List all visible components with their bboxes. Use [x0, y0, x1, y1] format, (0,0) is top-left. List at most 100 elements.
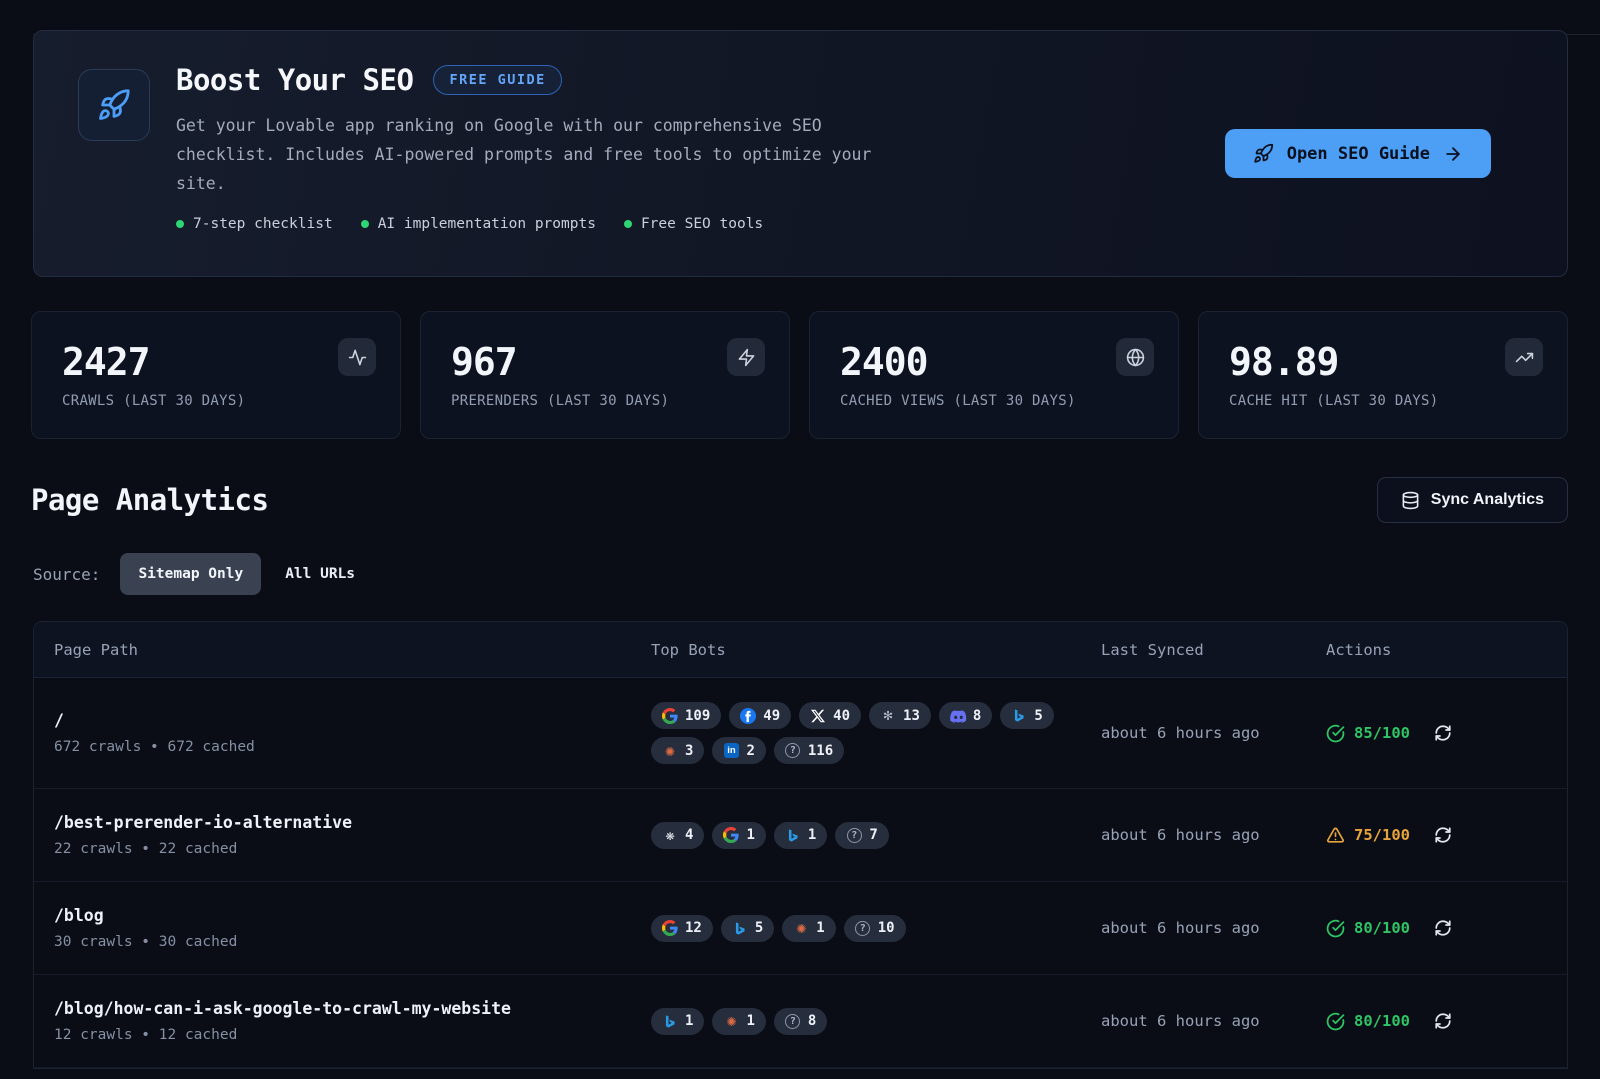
table-row: /blog/how-can-i-ask-google-to-crawl-my-w… [34, 975, 1567, 1068]
refresh-button[interactable] [1434, 1012, 1452, 1030]
table-row: /best-prerender-io-alternative22 crawls … [34, 789, 1567, 882]
page-path-cell: /blog 30 crawls • 30 cached [54, 906, 651, 950]
bot-count-badge: ✺3 [651, 737, 704, 764]
free-guide-badge: FREE GUIDE [433, 65, 561, 95]
open-seo-guide-label: Open SEO Guide [1287, 144, 1430, 164]
sync-analytics-button[interactable]: Sync Analytics [1377, 477, 1568, 523]
bot-count-badge: ? 116 [774, 737, 844, 764]
arrow-right-icon [1443, 144, 1463, 164]
bing-bot-icon [1011, 708, 1027, 724]
bot-count-badge: in 2 [712, 737, 765, 764]
bing-bot-icon [785, 827, 801, 843]
bing-bot-icon [732, 920, 748, 936]
facebook-bot-icon [740, 708, 756, 724]
bot-count-badge: ❋4 [651, 822, 704, 849]
green-dot-icon [176, 220, 184, 228]
unknown-bot-icon: ? [785, 743, 801, 759]
trending-up-icon [1505, 338, 1543, 376]
check-circle-icon [1326, 919, 1345, 938]
stat-value: 967 [451, 340, 763, 384]
seo-score: 80/100 [1326, 919, 1410, 938]
seo-score: 80/100 [1326, 1012, 1410, 1031]
refresh-button[interactable] [1434, 919, 1452, 937]
bot-count: 13 [903, 708, 920, 724]
bot-count: 109 [685, 708, 710, 724]
column-header-page-path: Page Path [54, 641, 651, 659]
page-analytics-table: Page Path Top Bots Last Synced Actions /… [33, 621, 1568, 1069]
seo-score-value: 85/100 [1354, 724, 1410, 742]
bot-count: 12 [685, 920, 702, 936]
bot-count-badge: 1 [712, 822, 765, 849]
table-body: /672 crawls • 672 cached1094940✻1385✺3in… [34, 678, 1567, 1068]
table-header-row: Page Path Top Bots Last Synced Actions [34, 622, 1567, 678]
page-path: /blog/how-can-i-ask-google-to-crawl-my-w… [54, 999, 651, 1018]
stat-card: 98.89CACHE HIT (LAST 30 DAYS) [1198, 311, 1568, 439]
last-synced: about 6 hours ago [1101, 1012, 1326, 1030]
warning-triangle-icon [1326, 826, 1345, 845]
bot-count: 1 [746, 827, 754, 843]
page-crawl-meta: 30 crawls • 30 cached [54, 934, 651, 950]
anthropic-bot-icon: ✺ [793, 920, 809, 936]
bot-count-badge: ✻13 [869, 702, 931, 729]
green-dot-icon [361, 220, 369, 228]
check-circle-icon [1326, 724, 1345, 743]
open-seo-guide-button[interactable]: Open SEO Guide [1225, 129, 1491, 178]
bot-count: 1 [746, 1013, 754, 1029]
actions-cell: 80/100 [1326, 1012, 1547, 1031]
bot-count-badge: 5 [1000, 702, 1053, 729]
bot-count: 5 [1034, 708, 1042, 724]
zap-icon [727, 338, 765, 376]
activity-icon [338, 338, 376, 376]
anthropic-bot-icon: ✺ [662, 743, 678, 759]
feature-label: 7-step checklist [193, 216, 333, 232]
column-header-last-synced: Last Synced [1101, 641, 1326, 659]
top-bots-cell: 1✺1?8 [651, 1008, 1081, 1035]
feature-label: AI implementation prompts [378, 216, 596, 232]
x-bot-icon [810, 708, 826, 724]
bot-count: 116 [808, 743, 833, 759]
bot-count-badge: 8 [939, 702, 992, 729]
anthropic-bot-icon: ✺ [723, 1013, 739, 1029]
bot-count-badge: 1 [774, 822, 827, 849]
actions-cell: 75/100 [1326, 826, 1547, 845]
source-option-all-urls[interactable]: All URLs [281, 553, 359, 595]
bot-count-badge: ?7 [835, 822, 888, 849]
actions-cell: 85/100 [1326, 724, 1547, 743]
google-bot-icon [662, 920, 678, 936]
refresh-button[interactable] [1434, 826, 1452, 844]
page-path-cell: /blog/how-can-i-ask-google-to-crawl-my-w… [54, 999, 651, 1043]
rocket-icon [78, 69, 150, 141]
linkedin-bot-icon: in [723, 743, 739, 759]
rocket-icon [1253, 143, 1274, 164]
stat-label: PRERENDERS (LAST 30 DAYS) [451, 393, 763, 409]
seo-banner: Boost Your SEO FREE GUIDE Get your Lovab… [33, 30, 1568, 277]
feature-label: Free SEO tools [641, 216, 763, 232]
bot-count-badge: ?10 [844, 915, 906, 942]
bot-count: 2 [746, 743, 754, 759]
stat-label: CACHE HIT (LAST 30 DAYS) [1229, 393, 1541, 409]
seo-score-value: 80/100 [1354, 1012, 1410, 1030]
seo-score: 85/100 [1326, 724, 1410, 743]
bot-count-badge: 5 [721, 915, 774, 942]
top-bots-cell: ❋4 1 1 ?7 [651, 822, 1081, 849]
stat-value: 2427 [62, 340, 374, 384]
source-option-sitemap-only[interactable]: Sitemap Only [120, 553, 261, 595]
bot-count: 1 [685, 1013, 693, 1029]
feature-item: 7-step checklist [176, 216, 333, 232]
green-dot-icon [624, 220, 632, 228]
column-header-actions: Actions [1326, 641, 1547, 659]
bot-count: 8 [973, 708, 981, 724]
table-row: /blog30 crawls • 30 cached125✺1?10about … [34, 882, 1567, 975]
banner-feature-list: 7-step checklist AI implementation prompt… [176, 216, 906, 232]
bot-count-badge: 40 [799, 702, 861, 729]
unknown-bot-icon: ? [855, 920, 871, 936]
sync-analytics-label: Sync Analytics [1431, 491, 1544, 509]
seo-score-value: 80/100 [1354, 919, 1410, 937]
refresh-button[interactable] [1434, 724, 1452, 742]
page-path: /blog [54, 906, 651, 925]
page-crawl-meta: 672 crawls • 672 cached [54, 739, 651, 755]
bot-count-badge: 1 [651, 1008, 704, 1035]
bot-count: 49 [763, 708, 780, 724]
bot-count: 1 [816, 920, 824, 936]
table-row: /672 crawls • 672 cached1094940✻1385✺3in… [34, 678, 1567, 789]
